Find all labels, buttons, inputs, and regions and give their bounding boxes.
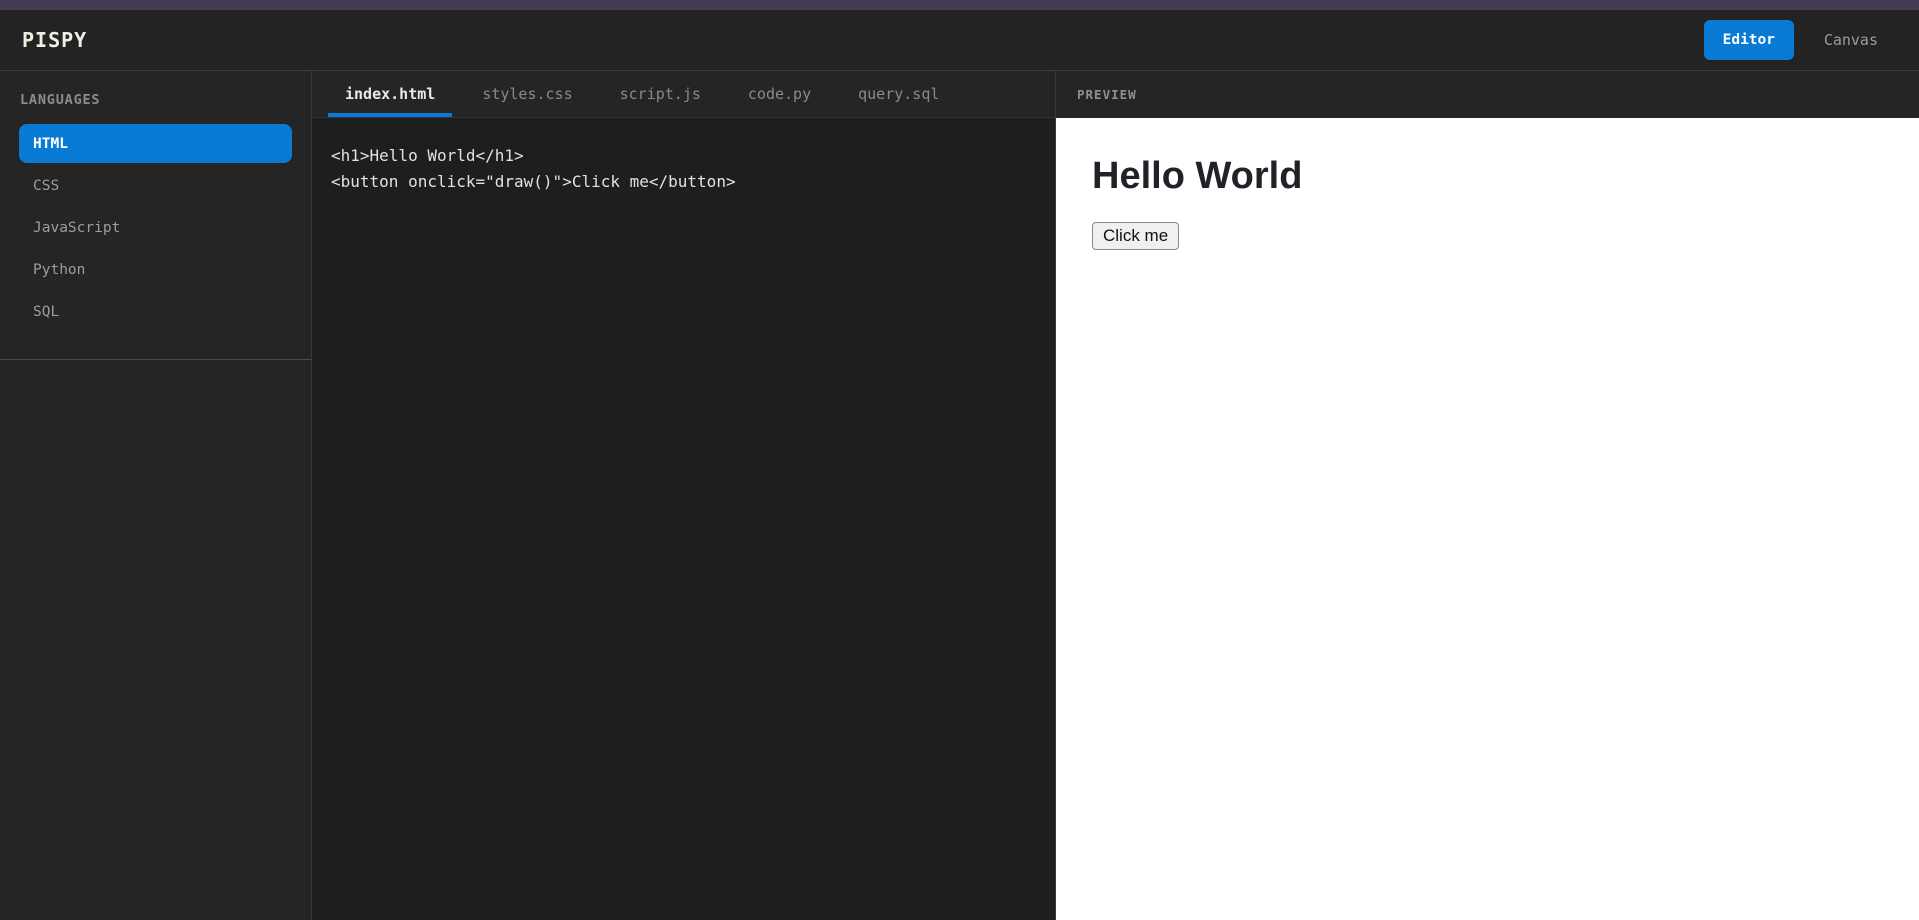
tab-query-sql[interactable]: query.sql [841,71,956,117]
code-line: <h1>Hello World</h1> [331,146,524,165]
sidebar-item-css[interactable]: CSS [19,166,292,205]
editor-mode-button[interactable]: Editor [1703,20,1794,60]
editor-tab-bar: index.html styles.css script.js code.py … [312,71,1055,118]
sidebar-item-javascript[interactable]: JavaScript [19,208,292,247]
app-window: PISPY Editor Canvas LANGUAGES HTML CSS J… [0,0,1919,920]
tab-index-html[interactable]: index.html [328,71,453,117]
tab-styles-css[interactable]: styles.css [465,71,589,117]
languages-section: LANGUAGES HTML CSS JavaScript Python SQL [0,71,311,360]
canvas-mode-button[interactable]: Canvas [1824,31,1878,49]
code-editor[interactable]: <h1>Hello World</h1> <button onclick="dr… [312,118,1055,920]
preview-panel: PREVIEW Hello World Click me [1056,71,1919,920]
code-line: <button onclick="draw()">Click me</butto… [331,172,736,191]
sidebar-item-python[interactable]: Python [19,250,292,289]
languages-sidebar: LANGUAGES HTML CSS JavaScript Python SQL [0,71,312,920]
app-logo: PISPY [22,28,88,52]
tab-code-py[interactable]: code.py [731,71,828,117]
editor-panel: index.html styles.css script.js code.py … [312,71,1056,920]
preview-title: PREVIEW [1077,87,1137,102]
window-top-strip [0,0,1919,10]
preview-heading: Hello World [1092,155,1303,197]
preview-click-me-button[interactable]: Click me [1092,222,1180,250]
sidebar-item-sql[interactable]: SQL [19,292,292,331]
sidebar-item-html[interactable]: HTML [19,124,292,163]
preview-header: PREVIEW [1056,71,1919,118]
main-area: LANGUAGES HTML CSS JavaScript Python SQL… [0,71,1919,920]
tab-script-js[interactable]: script.js [603,71,718,117]
preview-content: Hello World Click me [1056,118,1919,920]
languages-section-title: LANGUAGES [20,92,101,108]
app-header: PISPY Editor Canvas [0,10,1919,71]
